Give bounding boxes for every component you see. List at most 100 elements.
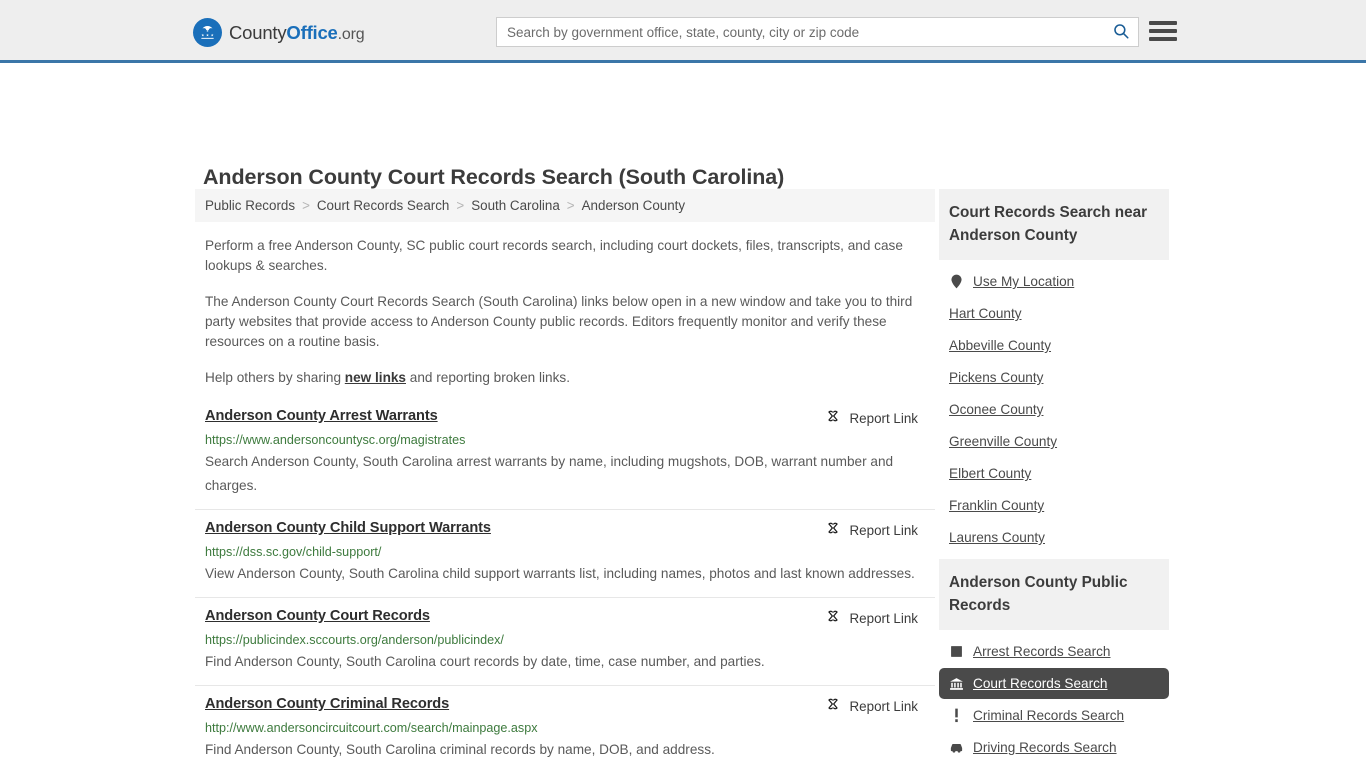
sidebar-item-franklin-county[interactable]: Franklin County	[939, 490, 1169, 521]
intro-paragraph-1: Perform a free Anderson County, SC publi…	[205, 236, 925, 276]
sidebar-item-greenville-county[interactable]: Greenville County	[939, 426, 1169, 457]
eagle-stars-seal-icon	[193, 18, 222, 47]
result-header: Anderson County Court Records Report Lin…	[205, 608, 925, 628]
result-header: Anderson County Criminal Records Report …	[205, 696, 925, 716]
broken-link-icon	[825, 609, 841, 628]
courthouse-icon	[949, 676, 964, 691]
menu-bar-3	[1149, 37, 1177, 41]
result-title-link[interactable]: Anderson County Arrest Warrants	[205, 408, 438, 424]
result-item: Anderson County Child Support Warrants R…	[195, 520, 935, 598]
intro-section: Perform a free Anderson County, SC publi…	[195, 236, 935, 388]
breadcrumb-separator: >	[560, 198, 582, 213]
sidebar-item-hart-county[interactable]: Hart County	[939, 298, 1169, 329]
nearby-panel-list: Use My Location Hart County Abbeville Co…	[939, 260, 1169, 553]
breadcrumb-item-court-records-search[interactable]: Court Records Search	[317, 198, 449, 213]
nearby-panel: Court Records Search near Anderson Count…	[939, 189, 1169, 553]
breadcrumb-separator: >	[449, 198, 471, 213]
result-title-link[interactable]: Anderson County Criminal Records	[205, 696, 449, 712]
breadcrumb: Public Records > Court Records Search > …	[195, 189, 935, 222]
result-title-link[interactable]: Anderson County Child Support Warrants	[205, 520, 491, 536]
sidebar-link-criminal-records-search[interactable]: Criminal Records Search	[973, 708, 1124, 723]
intro-text-after-link: and reporting broken links.	[406, 370, 570, 385]
broken-link-icon	[825, 521, 841, 540]
result-header: Anderson County Child Support Warrants R…	[205, 520, 925, 540]
sidebar-link-abbeville-county[interactable]: Abbeville County	[949, 338, 1051, 353]
intro-paragraph-3: Help others by sharing new links and rep…	[205, 368, 925, 388]
exclamation-icon	[949, 708, 964, 723]
sidebar-link-hart-county[interactable]: Hart County	[949, 306, 1022, 321]
report-link-label: Report Link	[850, 699, 918, 714]
report-link-label: Report Link	[850, 411, 918, 426]
sidebar-item-criminal-records-search[interactable]: Criminal Records Search	[939, 700, 1169, 731]
report-link-button[interactable]: Report Link	[825, 609, 925, 628]
result-url-link[interactable]: https://dss.sc.gov/child-support/	[205, 545, 925, 559]
map-pin-icon	[949, 274, 964, 289]
public-records-panel: Anderson County Public Records Arrest Re…	[939, 559, 1169, 768]
car-icon	[949, 740, 964, 755]
sidebar-link-laurens-county[interactable]: Laurens County	[949, 530, 1045, 545]
sidebar-link-driving-records-search[interactable]: Driving Records Search	[973, 740, 1117, 755]
broken-link-icon	[825, 697, 841, 716]
menu-bar-1	[1149, 21, 1177, 25]
sidebar-item-pickens-county[interactable]: Pickens County	[939, 362, 1169, 393]
logo-text-office: Office	[286, 22, 337, 43]
logo-text-county: County	[229, 22, 286, 43]
sidebar-link-court-records-search[interactable]: Court Records Search	[973, 676, 1107, 691]
result-description: Search Anderson County, South Carolina a…	[205, 450, 925, 498]
sidebar-item-abbeville-county[interactable]: Abbeville County	[939, 330, 1169, 361]
sidebar-item-use-my-location[interactable]: Use My Location	[939, 266, 1169, 297]
report-link-button[interactable]: Report Link	[825, 521, 925, 540]
logo-text: CountyOffice.org	[229, 22, 364, 44]
sidebar-item-court-records-search[interactable]: Court Records Search	[939, 668, 1169, 699]
public-records-panel-title: Anderson County Public Records	[939, 559, 1169, 630]
result-item: Anderson County Criminal Records Report …	[195, 696, 935, 768]
logo-text-tld: .org	[338, 26, 365, 43]
sidebar-item-laurens-county[interactable]: Laurens County	[939, 522, 1169, 553]
sidebar-item-inmate-search[interactable]: Inmate Search	[939, 764, 1169, 768]
search-input[interactable]	[497, 18, 1104, 46]
sidebar-item-arrest-records-search[interactable]: Arrest Records Search	[939, 636, 1169, 667]
sidebar-link-oconee-county[interactable]: Oconee County	[949, 402, 1043, 417]
sidebar-link-greenville-county[interactable]: Greenville County	[949, 434, 1057, 449]
result-url-link[interactable]: https://publicindex.sccourts.org/anderso…	[205, 633, 925, 647]
result-title-link[interactable]: Anderson County Court Records	[205, 608, 430, 624]
breadcrumb-item-south-carolina[interactable]: South Carolina	[471, 198, 560, 213]
fingerprint-square-icon	[949, 644, 964, 659]
breadcrumb-item-public-records[interactable]: Public Records	[205, 198, 295, 213]
nearby-panel-title: Court Records Search near Anderson Count…	[939, 189, 1169, 260]
sidebar-item-elbert-county[interactable]: Elbert County	[939, 458, 1169, 489]
result-item: Anderson County Court Records Report Lin…	[195, 608, 935, 686]
result-description: View Anderson County, South Carolina chi…	[205, 562, 925, 586]
site-logo[interactable]: CountyOffice.org	[193, 18, 364, 47]
result-description: Find Anderson County, South Carolina cou…	[205, 650, 925, 674]
search-bar[interactable]	[496, 17, 1139, 47]
new-links-link[interactable]: new links	[345, 370, 406, 385]
result-url-link[interactable]: http://www.andersoncircuitcourt.com/sear…	[205, 721, 925, 735]
menu-bar-2	[1149, 29, 1177, 33]
results-list: Anderson County Arrest Warrants Report L…	[195, 408, 935, 768]
site-header: CountyOffice.org	[0, 0, 1366, 63]
page-title: Anderson County Court Records Search (So…	[203, 165, 784, 190]
result-url-link[interactable]: https://www.andersoncountysc.org/magistr…	[205, 433, 925, 447]
hamburger-menu-icon[interactable]	[1149, 19, 1177, 43]
search-icon	[1112, 22, 1130, 43]
sidebar-link-franklin-county[interactable]: Franklin County	[949, 498, 1044, 513]
breadcrumb-separator: >	[295, 198, 317, 213]
intro-text-before-link: Help others by sharing	[205, 370, 345, 385]
report-link-button[interactable]: Report Link	[825, 697, 925, 716]
search-button[interactable]	[1104, 18, 1138, 46]
sidebar-item-driving-records-search[interactable]: Driving Records Search	[939, 732, 1169, 763]
breadcrumb-item-anderson-county[interactable]: Anderson County	[582, 198, 685, 213]
result-item: Anderson County Arrest Warrants Report L…	[195, 408, 935, 510]
sidebar-item-oconee-county[interactable]: Oconee County	[939, 394, 1169, 425]
sidebar-link-elbert-county[interactable]: Elbert County	[949, 466, 1031, 481]
sidebar-link-pickens-county[interactable]: Pickens County	[949, 370, 1043, 385]
sidebar-link-use-my-location[interactable]: Use My Location	[973, 274, 1074, 289]
report-link-label: Report Link	[850, 523, 918, 538]
report-link-button[interactable]: Report Link	[825, 409, 925, 428]
report-link-label: Report Link	[850, 611, 918, 626]
result-header: Anderson County Arrest Warrants Report L…	[205, 408, 925, 428]
intro-paragraph-2: The Anderson County Court Records Search…	[205, 292, 925, 352]
public-records-panel-list: Arrest Records Search Court Recor	[939, 630, 1169, 768]
sidebar-link-arrest-records-search[interactable]: Arrest Records Search	[973, 644, 1111, 659]
